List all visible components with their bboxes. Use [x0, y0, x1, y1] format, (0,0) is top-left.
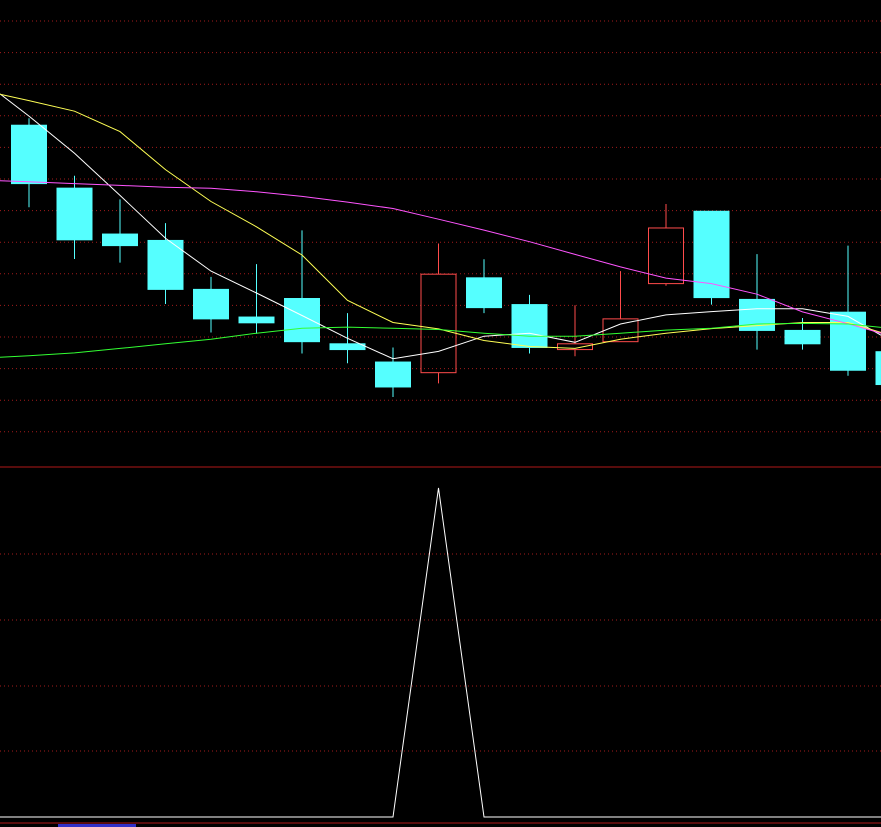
stock-chart	[0, 0, 881, 827]
candle-body-down	[375, 361, 411, 388]
candle-body-down	[147, 239, 184, 290]
candle-body-down	[511, 304, 548, 348]
candle-body-down	[784, 329, 821, 345]
chart-background	[0, 0, 881, 827]
candle-body-down	[193, 288, 229, 320]
candle-body-down	[693, 210, 730, 299]
candle-body-down	[238, 316, 275, 324]
candle-body-down	[11, 124, 47, 185]
candle-body-down	[102, 233, 138, 247]
candle-body-down	[466, 277, 502, 309]
candle-body-down	[329, 343, 366, 351]
chart-window	[0, 0, 881, 827]
candle-body-down	[875, 351, 881, 386]
candle-body-down	[56, 187, 93, 241]
candle-body-down	[284, 298, 320, 343]
candle	[693, 210, 730, 305]
